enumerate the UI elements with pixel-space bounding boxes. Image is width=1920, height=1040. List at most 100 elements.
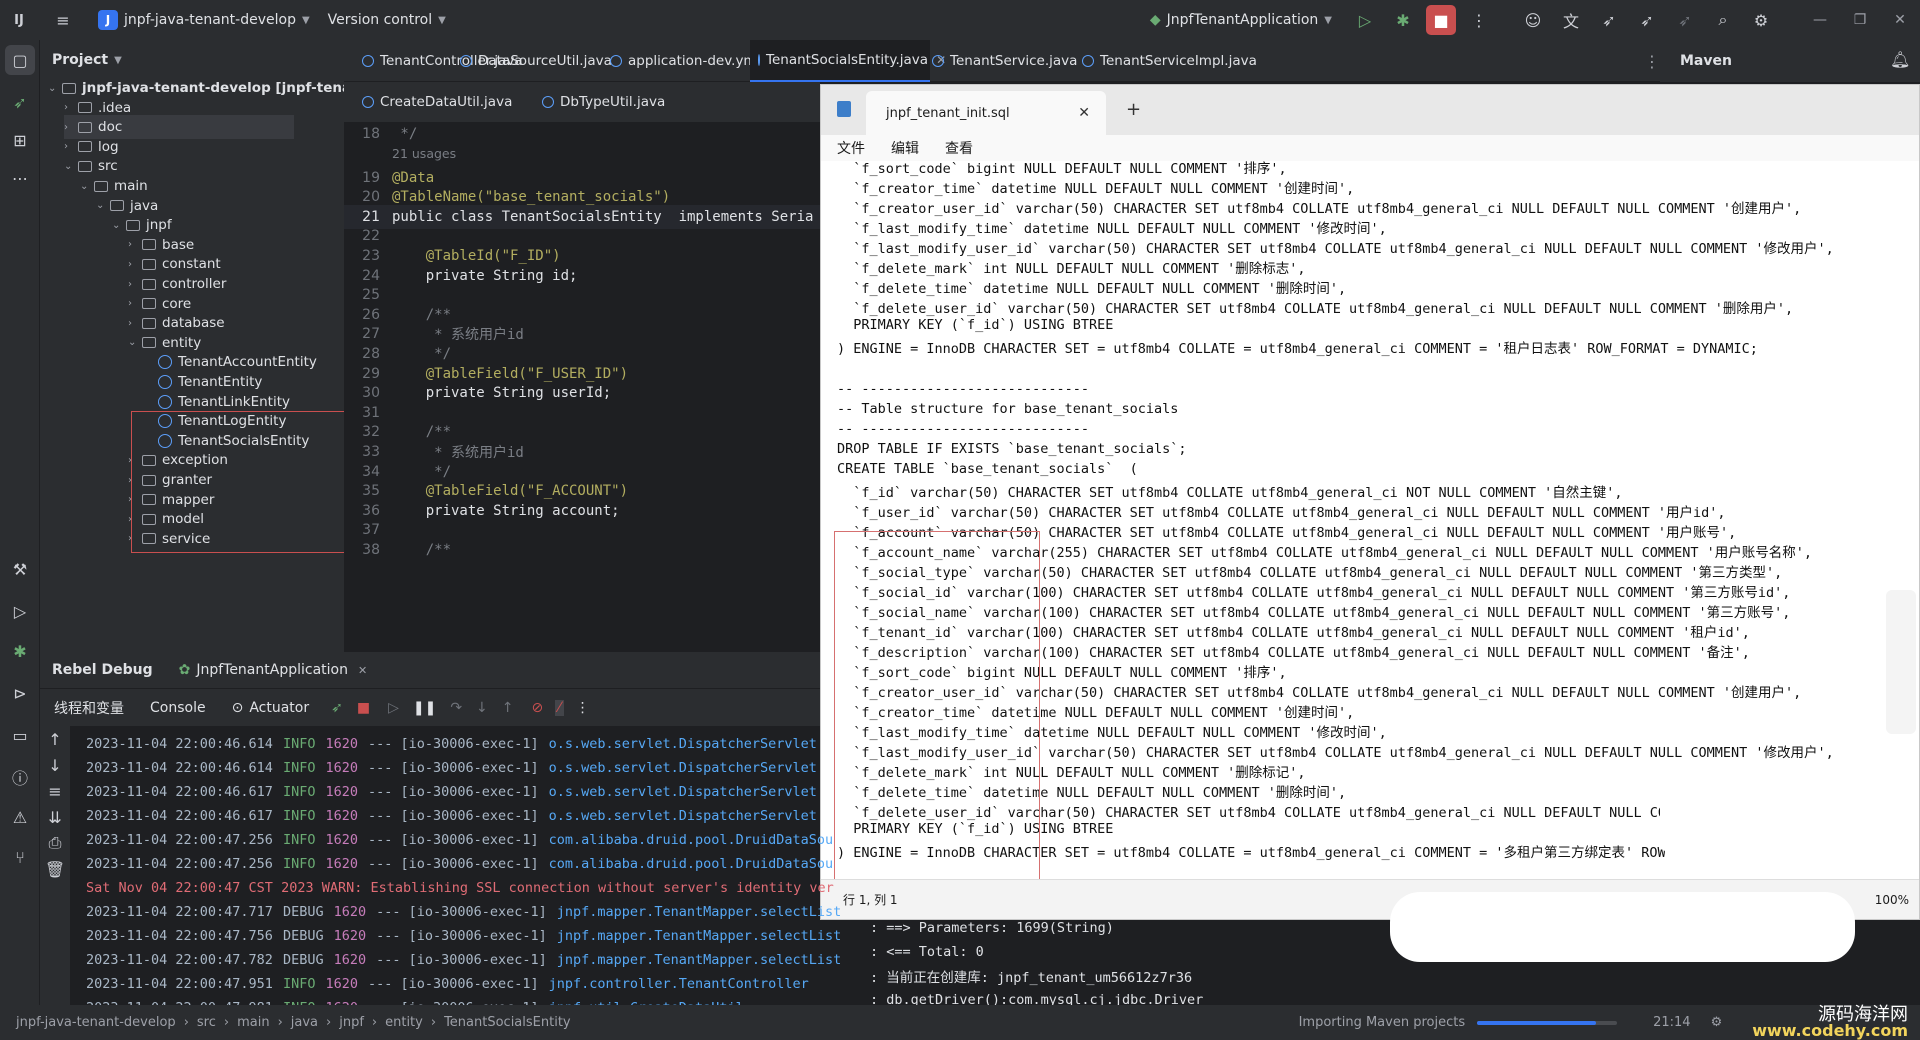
chevron-icon[interactable]: ⌄	[112, 220, 126, 231]
breakpoints-icon[interactable]: ⊘	[532, 700, 544, 716]
tab-threads-variables[interactable]: 线程和变量	[54, 698, 124, 718]
app-tab[interactable]: ✿ JnpfTenantApplication ✕	[179, 662, 368, 678]
breadcrumb-item[interactable]: TenantSocialsEntity	[444, 1015, 571, 1030]
user-icon[interactable]: ☺	[1518, 5, 1548, 35]
chevron-icon[interactable]: ⌄	[96, 200, 110, 211]
terminal-icon[interactable]: ▭	[0, 716, 40, 754]
more-actions-icon[interactable]: ⋮	[1464, 5, 1494, 35]
services-icon[interactable]: ⊳	[0, 674, 40, 712]
clear-icon[interactable]: 🗑︎	[40, 856, 70, 882]
search-icon[interactable]: ⌕	[1708, 5, 1738, 35]
notepad-menu-item[interactable]: 查看	[945, 138, 973, 158]
print-icon[interactable]: ⎙	[40, 830, 70, 856]
more-tools-icon[interactable]: ⋯	[0, 159, 40, 197]
breadcrumb-item[interactable]: main	[237, 1015, 269, 1030]
down-icon[interactable]: ↓	[40, 752, 70, 778]
chevron-icon[interactable]: ⌄	[64, 161, 78, 172]
up-icon[interactable]: ↑	[40, 726, 70, 752]
chevron-icon[interactable]: ›	[64, 141, 78, 152]
stop-icon[interactable]: ■	[1426, 5, 1456, 35]
problems-icon[interactable]: ⓘ	[0, 758, 40, 796]
tab-console[interactable]: Console	[150, 700, 206, 716]
chevron-icon[interactable]: ›	[128, 259, 142, 270]
notepad-menu-item[interactable]: 编辑	[891, 138, 919, 158]
step-over-icon[interactable]: ↷	[450, 700, 462, 716]
build-icon[interactable]: ⚒	[0, 550, 40, 588]
breadcrumb-item[interactable]: entity	[385, 1015, 423, 1030]
git-icon[interactable]: ⑂	[0, 838, 40, 876]
close-tab-icon[interactable]: ✕	[1078, 105, 1090, 121]
chevron-icon[interactable]: ›	[64, 122, 78, 133]
run-config-selector[interactable]: ◆ JnpfTenantApplication ▼	[1150, 12, 1332, 28]
chevron-icon[interactable]: ›	[128, 239, 142, 250]
mute-breakpoints-icon[interactable]: ⁄	[555, 699, 564, 716]
editor-tab[interactable]: application-dev.yml	[602, 40, 762, 82]
close-window-icon[interactable]: ✕	[1880, 12, 1920, 28]
main-menu-icon[interactable]: ≡	[48, 5, 78, 35]
settings-icon[interactable]: ⚙	[1711, 1015, 1723, 1030]
chevron-icon[interactable]: ⌄	[80, 181, 94, 192]
project-tool-icon[interactable]: ▢	[5, 45, 35, 75]
chevron-icon[interactable]: ⌄	[128, 337, 142, 348]
chevron-icon[interactable]: ›	[128, 298, 142, 309]
chevron-icon[interactable]: ›	[128, 279, 142, 290]
jrebel-icon[interactable]: ➶	[0, 83, 40, 121]
settings-gear-icon[interactable]: ⚙	[1746, 5, 1776, 35]
step-into-icon[interactable]: ↓	[476, 700, 488, 716]
wrap-icon[interactable]: ≡	[40, 778, 70, 804]
breadcrumb-item[interactable]: jnpf	[339, 1015, 364, 1030]
translate-icon[interactable]: 文	[1556, 5, 1586, 35]
usages-hint[interactable]: 21 usages	[344, 142, 456, 166]
editor-tab[interactable]: TenantService.java	[924, 40, 1084, 82]
task-progress-fill	[1477, 1020, 1597, 1025]
log-pid: 1620	[333, 904, 367, 920]
notepad-tab[interactable]: jnpf_tenant_init.sql ✕	[866, 91, 1106, 135]
notepad-menu-item[interactable]: 文件	[837, 138, 865, 158]
editor-tab-label: DataSourceUtil.java	[478, 53, 612, 69]
maven-panel-header[interactable]: Maven	[1660, 40, 1920, 82]
project-panel-header[interactable]: Project ▼	[40, 40, 344, 80]
notifications-icon[interactable]: 🔔︎	[1890, 50, 1910, 69]
chevron-icon[interactable]: ›	[64, 102, 78, 113]
more-icon[interactable]: ⋮	[576, 700, 590, 716]
minimize-icon[interactable]: —	[1800, 12, 1840, 28]
chevron-icon[interactable]: ›	[128, 318, 142, 329]
structure-icon[interactable]: ⊞	[0, 121, 40, 159]
background-task[interactable]: Importing Maven projects	[1299, 1015, 1466, 1030]
resume-icon[interactable]: ▷	[388, 700, 399, 716]
version-control-menu[interactable]: Version control ▼	[328, 12, 446, 28]
editor-tab[interactable]: DataSourceUtil.java	[452, 40, 612, 82]
rocket-disabled-icon[interactable]: ➶	[1670, 5, 1700, 35]
editor-tab[interactable]: DbTypeUtil.java	[534, 82, 665, 122]
sql-line: -- ----------------------------	[837, 421, 1089, 437]
breadcrumb-item[interactable]: jnpf-java-tenant-develop	[16, 1015, 176, 1030]
breadcrumb-item[interactable]: src	[197, 1015, 216, 1030]
tabs-more-icon[interactable]: ⋮	[1644, 52, 1660, 71]
breadcrumb-item[interactable]: java	[291, 1015, 318, 1030]
tab-rebel-debug[interactable]: Rebel Debug	[52, 662, 153, 678]
new-tab-icon[interactable]: +	[1126, 99, 1141, 120]
run-tool-icon[interactable]: ▷	[0, 592, 40, 630]
maximize-icon[interactable]: ❐	[1840, 12, 1880, 28]
debug-tool-icon[interactable]: ✱	[0, 632, 40, 670]
rocket-icon[interactable]: ➶	[1594, 5, 1624, 35]
editor-tab[interactable]: TenantServiceImpl.java	[1074, 40, 1264, 82]
stop-debug-icon[interactable]: ■	[357, 700, 370, 716]
chevron-icon[interactable]: ⌄	[48, 83, 62, 94]
code-editor[interactable]: 18 */ 21 usages 19 @Data 20 @TableName("base_…	[344, 122, 820, 652]
rocket-alt-icon[interactable]: ➶	[1632, 5, 1662, 35]
rerun-icon[interactable]: ➶	[331, 700, 343, 716]
editor-tab[interactable]: CreateDataUtil.java	[354, 82, 512, 122]
pause-icon[interactable]: ❚❚	[413, 700, 436, 716]
run-icon[interactable]: ▷	[1350, 5, 1380, 35]
editor-tab[interactable]: TenantSocialsEntity.java ✕	[750, 40, 946, 82]
project-switcher[interactable]: J jnpf-java-tenant-develop ▼	[98, 10, 310, 30]
tab-app-label: JnpfTenantApplication	[196, 662, 348, 678]
warning-icon[interactable]: ⚠	[0, 798, 40, 836]
close-tab-icon[interactable]: ✕	[358, 664, 367, 677]
scroll-end-icon[interactable]: ⇊	[40, 804, 70, 830]
step-out-icon[interactable]: ↑	[502, 700, 514, 716]
tab-actuator[interactable]: Actuator	[249, 700, 309, 716]
folder-icon	[142, 258, 156, 270]
debug-icon[interactable]: ✱	[1388, 5, 1418, 35]
